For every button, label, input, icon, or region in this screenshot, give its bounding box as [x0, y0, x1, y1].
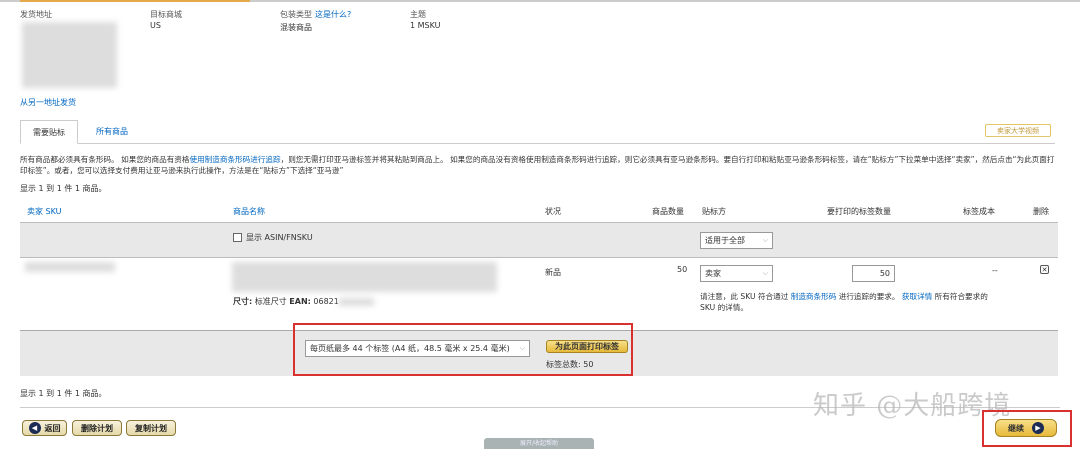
back-button[interactable]: ◀ 返回 — [22, 420, 67, 436]
ship-from-another-address-link[interactable]: 从另一地址发货 — [20, 97, 76, 108]
highlight-box-print — [293, 323, 633, 376]
manufacturer-barcode-link-2[interactable]: 制造商条形码 — [791, 292, 837, 301]
col-condition: 状况 — [545, 207, 561, 216]
delete-item-icon[interactable]: ✕ — [1040, 265, 1049, 274]
labels-to-print-input[interactable]: 50 — [852, 265, 895, 282]
apply-all-select[interactable]: 适用于全部 ⌵ — [700, 232, 773, 249]
packing-help-link[interactable]: 这是什么? — [315, 9, 351, 20]
col-labels-to-print: 要打印的标签数量 — [827, 207, 891, 216]
col-quantity: 商品数量 — [652, 207, 684, 216]
product-name-blurred — [232, 262, 497, 292]
learn-more-link[interactable]: 获取详情 — [902, 292, 932, 301]
seller-sku-blurred — [25, 262, 115, 272]
col-prep-owner: 贴标方 — [702, 207, 726, 216]
packing-label: 包装类型 — [280, 10, 312, 19]
marketplace-value: US — [150, 21, 161, 30]
label-cost-value: -- — [992, 266, 998, 275]
tab-divider — [20, 143, 1055, 144]
item-quantity: 50 — [677, 265, 688, 274]
product-size-ean: 尺寸: 标准尺寸 EAN: 06821 — [233, 296, 374, 307]
seller-university-video-button[interactable]: 卖家大学视频 — [985, 124, 1051, 137]
col-delete: 删除 — [1033, 207, 1049, 216]
table-filter-row — [20, 222, 1058, 258]
subject-value: 1 MSKU — [410, 21, 441, 30]
subject-label: 主题 — [410, 10, 426, 19]
col-seller-sku[interactable]: 卖家 SKU — [27, 206, 62, 217]
tab-all-items[interactable]: 所有商品 — [96, 120, 128, 143]
col-label-cost: 标签成本 — [963, 207, 995, 216]
show-asin-label: 显示 ASIN/FNSKU — [246, 233, 313, 242]
ship-from-label: 发货地址 — [20, 10, 52, 19]
marketplace-label: 目标商城 — [150, 10, 182, 19]
progress-bar — [0, 0, 1080, 2]
show-asin-checkbox[interactable]: 显示 ASIN/FNSKU — [233, 232, 313, 243]
barcode-notice: 所有商品都必须具有条形码。 如果您的商品有资格使用制造商条形码进行追踪，则您无需… — [20, 155, 1055, 175]
arrow-left-icon: ◀ — [28, 422, 41, 434]
chevron-down-icon: ⌵ — [762, 236, 768, 244]
chevron-down-icon: ⌵ — [762, 269, 768, 277]
help-toggle-tab[interactable]: 展开/收起帮助 — [484, 438, 594, 449]
ship-from-address-blurred — [22, 22, 117, 88]
item-condition: 新品 — [545, 268, 561, 277]
packing-value: 混装商品 — [280, 23, 312, 32]
showing-count-top: 显示 1 到 1 件 1 商品。 — [20, 184, 107, 193]
barcode-eligibility-note: 请注意，此 SKU 符合通过 制造商条形码 进行追踪的要求。 获取详情 所有符合… — [700, 292, 988, 312]
delete-plan-button[interactable]: 删除计划 — [72, 420, 122, 436]
highlight-box-continue — [982, 410, 1072, 447]
prep-owner-select[interactable]: 卖家 ⌵ — [700, 265, 773, 282]
copy-plan-button[interactable]: 复制计划 — [126, 420, 176, 436]
showing-count-bottom: 显示 1 到 1 件 1 商品。 — [20, 389, 107, 398]
col-product-name[interactable]: 商品名称 — [233, 206, 265, 217]
manufacturer-barcode-link[interactable]: 使用制造商条形码进行追踪 — [189, 155, 280, 164]
tab-needs-labels[interactable]: 需要贴标 — [20, 120, 78, 144]
